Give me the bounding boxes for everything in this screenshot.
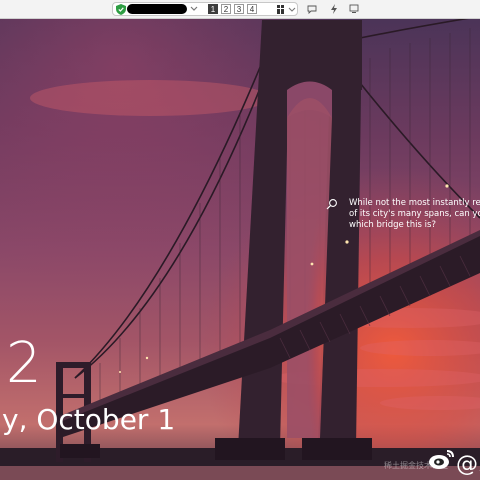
spotlight-line: which bridge this is? [349,220,436,230]
chevron-down-icon[interactable] [189,5,199,13]
grid-icon[interactable] [277,5,285,14]
watermark-handle: @系 [456,452,480,477]
monitor-icon[interactable] [349,4,359,14]
lockscreen-time: 2 [6,331,43,396]
lockscreen-date: y, October 1 [2,403,176,436]
spotlight-line: While not the most instantly recogn [349,198,480,208]
weibo-logo-icon [429,450,454,469]
desktop-tabs: 1 2 3 4 [208,4,257,14]
magnifier-icon [326,199,337,210]
redacted-label [127,4,187,14]
spotlight-text: While not the most instantly recogn of i… [349,198,480,231]
shield-check-icon [116,4,126,15]
tab-desktop-4[interactable]: 4 [247,4,257,14]
top-toolbar: 1 2 3 4 [0,0,480,19]
tab-desktop-3[interactable]: 3 [234,4,244,14]
spotlight-line: of its city's many spans, can you gu [349,209,480,219]
workspace-switcher: 1 2 3 4 [112,2,298,16]
tab-desktop-2[interactable]: 2 [221,4,231,14]
tab-desktop-1[interactable]: 1 [208,4,218,14]
chat-icon[interactable] [307,4,317,14]
bolt-icon[interactable] [329,4,339,14]
chevron-down-icon[interactable] [288,6,296,13]
